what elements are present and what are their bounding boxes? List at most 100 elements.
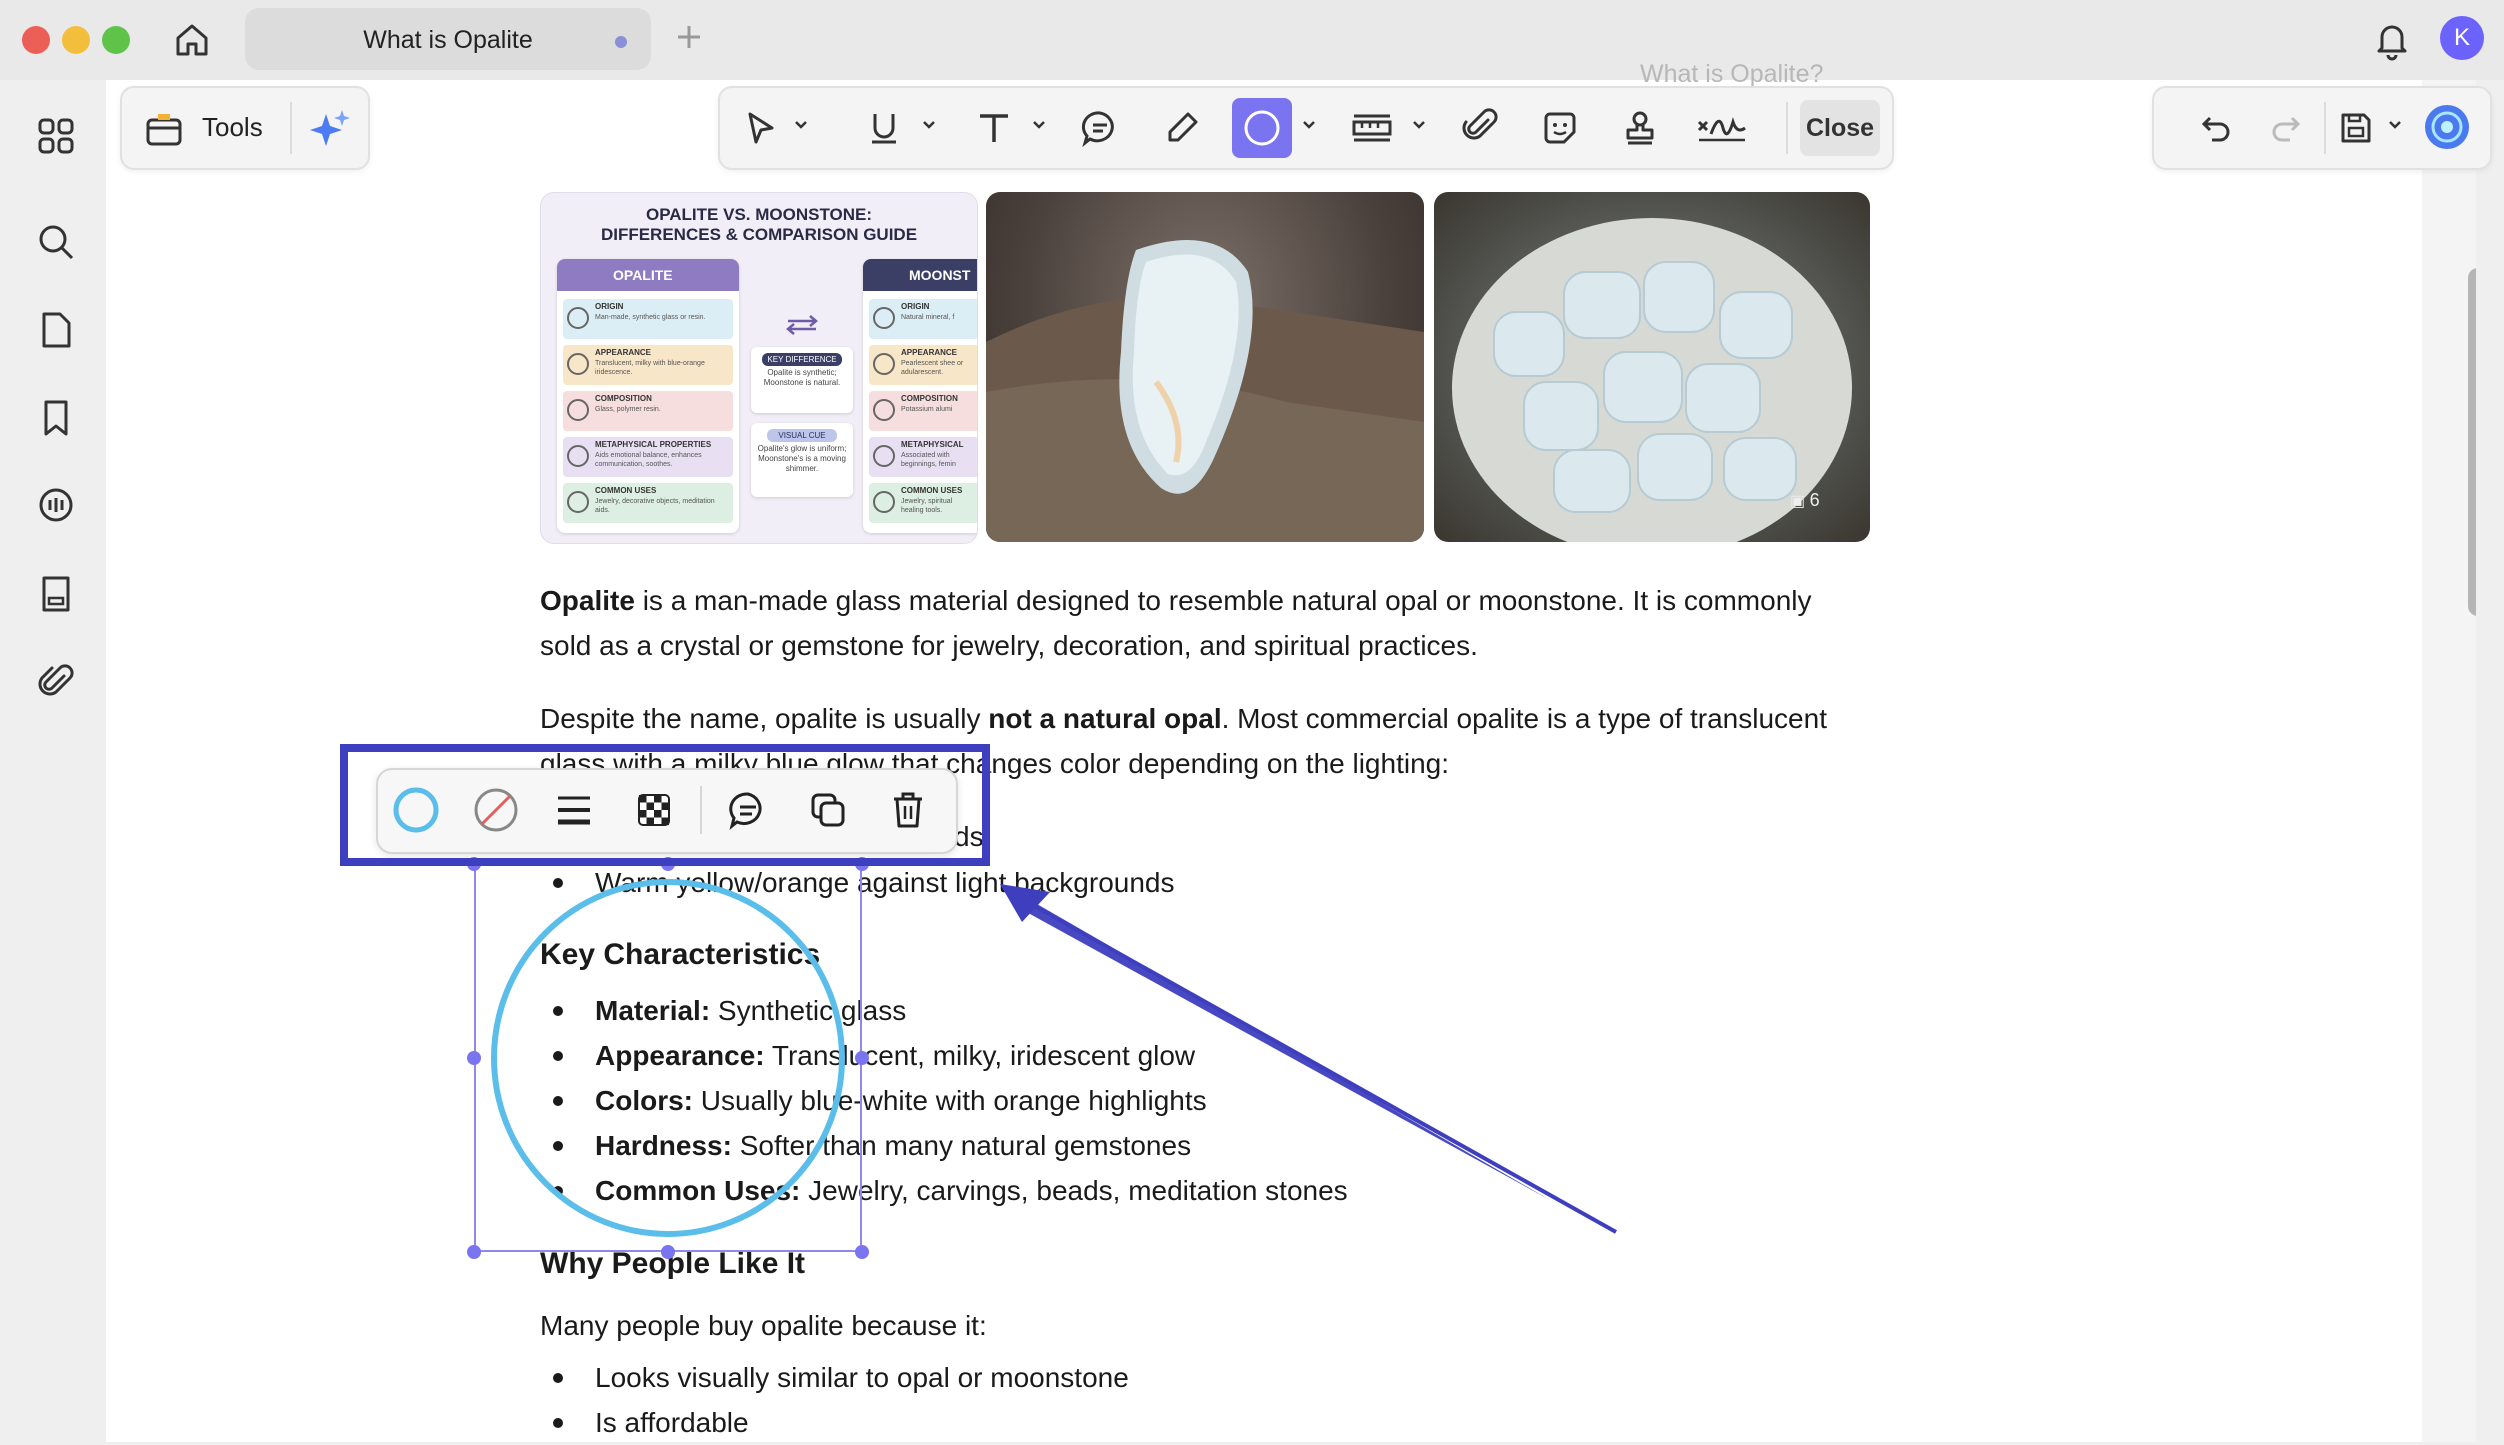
infographic-row: COMPOSITION Potassium alumi xyxy=(869,391,977,431)
gallery-icon: ▣ xyxy=(1790,493,1810,510)
comments-icon[interactable] xyxy=(30,480,82,532)
close-window-button[interactable] xyxy=(22,26,50,54)
row-icon xyxy=(567,491,589,513)
row-icon xyxy=(567,399,589,421)
redo-icon[interactable] xyxy=(2264,104,2308,152)
chevron-down-icon[interactable] xyxy=(1300,116,1318,139)
home-icon[interactable] xyxy=(170,18,214,62)
signature-icon[interactable] xyxy=(1694,104,1750,152)
row-text: Translucent, milky with blue-orange irid… xyxy=(595,360,705,376)
paragraph-1-line-2: sold as a crystal or gemstone for jewelr… xyxy=(540,630,1478,661)
shape-circle-tool-icon[interactable] xyxy=(1232,98,1292,158)
row-title: APPEARANCE xyxy=(901,348,958,357)
notification-bell-icon[interactable] xyxy=(2372,18,2412,62)
document-tab[interactable]: What is Opalite xyxy=(245,8,651,70)
tab-title: What is Opalite xyxy=(363,26,533,54)
resize-handle xyxy=(855,1245,869,1259)
row-title: ORIGIN xyxy=(901,302,930,311)
infographic-row: METAPHYSICAL PROPERTIES Aids emotional ba… xyxy=(563,437,733,477)
user-avatar[interactable]: K xyxy=(2440,16,2484,60)
row-text: Jewelry, spiritual healing tools. xyxy=(901,498,953,514)
sticker-icon[interactable] xyxy=(1536,104,1584,152)
paragraph-1-line-1: Opalite is a man-made glass material des… xyxy=(540,578,1811,623)
row-icon xyxy=(873,491,895,513)
unsaved-dot-icon xyxy=(615,36,627,48)
row-text: Potassium alumi xyxy=(901,406,953,413)
row-title: ORIGIN xyxy=(595,302,624,311)
opalite-bold: Opalite xyxy=(540,585,635,616)
attachment-icon[interactable] xyxy=(30,656,82,708)
divider xyxy=(2324,102,2326,154)
visual-cue-text: Opalite's glow is uniform; Moonstone's i… xyxy=(757,444,847,473)
not-natural-opal-bold: not a natural opal xyxy=(988,703,1222,734)
tools-label[interactable]: Tools xyxy=(202,112,263,143)
why-item: Is affordable xyxy=(595,1407,749,1438)
comment-icon[interactable] xyxy=(1076,104,1124,152)
faded-page-title: What is Opalite? xyxy=(1640,60,1824,88)
resize-handle xyxy=(467,1051,481,1065)
row-title: METAPHYSICAL xyxy=(901,440,964,449)
infographic-row: ORIGIN Man-made, synthetic glass or resin… xyxy=(563,299,733,339)
minimize-window-button[interactable] xyxy=(62,26,90,54)
save-icon[interactable] xyxy=(2334,104,2378,152)
row-icon xyxy=(567,307,589,329)
form-fields-icon[interactable] xyxy=(30,568,82,620)
row-text: Jewelry, decorative objects, meditation … xyxy=(595,498,715,514)
chevron-down-icon[interactable] xyxy=(1410,116,1428,139)
highlighter-pen-icon[interactable] xyxy=(1158,104,1206,152)
ai-assistant-icon[interactable] xyxy=(2422,102,2472,152)
moonstone-header: MOONST xyxy=(863,259,977,291)
resize-handle xyxy=(661,1245,675,1259)
row-icon xyxy=(567,353,589,375)
infographic-row: COMMON USES Jewelry, decorative objects, … xyxy=(563,483,733,523)
chevron-down-icon[interactable] xyxy=(792,116,810,139)
row-text: Natural mineral, f xyxy=(901,314,955,321)
row-icon xyxy=(873,353,895,375)
moonstone-column: MOONST ORIGIN Natural mineral, f APPEARANC… xyxy=(863,259,977,533)
grid-apps-icon[interactable] xyxy=(30,110,82,162)
left-sidebar xyxy=(0,80,106,1442)
p2-b: . Most commercial opalite is a type of t… xyxy=(1221,703,1827,734)
search-icon[interactable] xyxy=(30,216,82,268)
row-title: COMMON USES xyxy=(901,486,963,495)
row-icon xyxy=(873,307,895,329)
row-text: Man-made, synthetic glass or resin. xyxy=(595,314,706,321)
infographic-row: COMMON USES Jewelry, spiritual healing to… xyxy=(869,483,977,523)
divider xyxy=(1786,102,1788,154)
bookmark-icon[interactable] xyxy=(30,392,82,444)
attach-file-icon[interactable] xyxy=(1456,104,1504,152)
opalite-header: OPALITE xyxy=(557,259,739,291)
resize-handle xyxy=(855,1051,869,1065)
visual-cue-label: VISUAL CUE xyxy=(767,429,837,442)
circle-annotation[interactable] xyxy=(488,878,848,1238)
undo-icon[interactable] xyxy=(2194,104,2238,152)
key-difference-box: KEY DIFFERENCE Opalite is synthetic; Moo… xyxy=(751,347,853,413)
p2-a: Despite the name, opalite is usually xyxy=(540,703,989,734)
right-toolbar xyxy=(2152,86,2492,170)
pages-icon[interactable] xyxy=(30,304,82,356)
measure-ruler-icon[interactable] xyxy=(1348,104,1396,152)
infographic-row: APPEARANCE Pearlescent shee or adularesce… xyxy=(869,345,977,385)
row-text: Associated with beginnings, femin xyxy=(901,452,956,468)
new-tab-icon[interactable] xyxy=(672,20,706,54)
opalite-stone-photo xyxy=(986,192,1424,542)
why-intro: Many people buy opalite because it: xyxy=(540,1310,987,1341)
underline-icon[interactable] xyxy=(860,104,908,152)
ai-sparkle-icon[interactable] xyxy=(306,106,352,152)
row-icon xyxy=(873,399,895,421)
divider xyxy=(290,102,292,154)
callout-arrow xyxy=(990,870,1630,1240)
stamp-icon[interactable] xyxy=(1616,104,1664,152)
row-text: Aids emotional balance, enhances communi… xyxy=(595,452,702,468)
maximize-window-button[interactable] xyxy=(102,26,130,54)
chevron-down-icon[interactable] xyxy=(920,116,938,139)
infographic-row: METAPHYSICAL Associated with beginnings, … xyxy=(869,437,977,477)
text-tool-icon[interactable] xyxy=(970,104,1018,152)
row-text: Pearlescent shee or adularescent. xyxy=(901,360,964,376)
toolbox-icon[interactable] xyxy=(144,108,184,148)
select-cursor-icon[interactable] xyxy=(736,104,784,152)
close-button[interactable]: Close xyxy=(1800,100,1880,156)
tumbled-stones-photo: ▣ 6 xyxy=(1434,192,1870,542)
chevron-down-icon[interactable] xyxy=(2386,116,2404,139)
chevron-down-icon[interactable] xyxy=(1030,116,1048,139)
